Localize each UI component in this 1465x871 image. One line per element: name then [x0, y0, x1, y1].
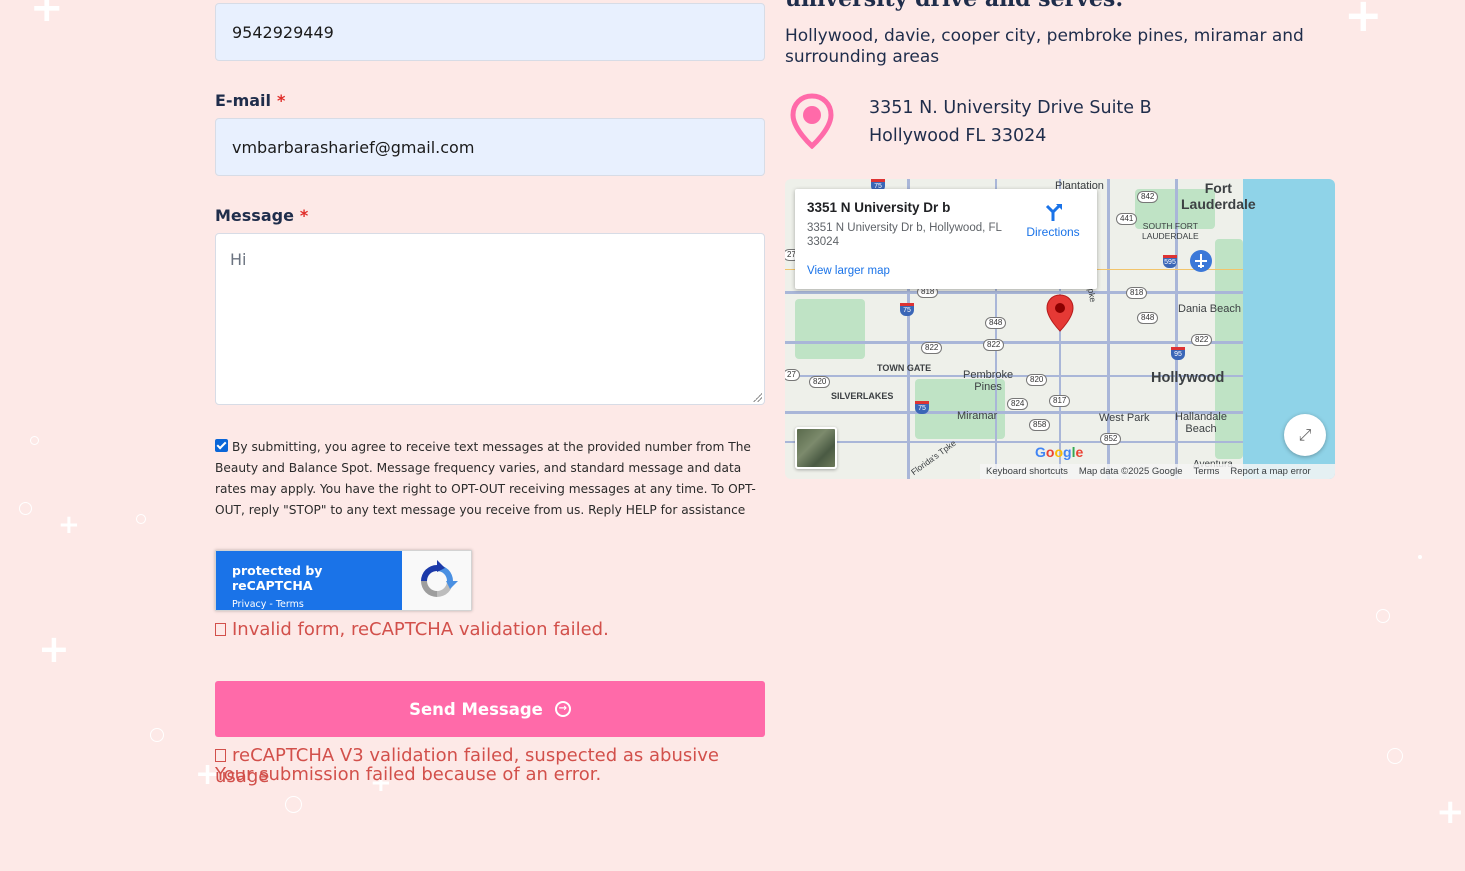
decor-ring — [150, 728, 164, 742]
decor-dot — [1418, 555, 1422, 559]
recaptcha-title: protected by reCAPTCHA — [232, 563, 323, 593]
map-label-fort-lauderdale: Fort Lauderdale — [1181, 180, 1256, 212]
keyboard-shortcuts-link[interactable]: Keyboard shortcuts — [986, 466, 1068, 477]
resize-grip[interactable] — [752, 392, 762, 402]
recaptcha-error: Invalid form, reCAPTCHA validation faile… — [215, 619, 609, 640]
decor-plus-icon: + — [1436, 792, 1465, 832]
route-shield-icon: 75 — [915, 401, 929, 414]
email-value: vmbarbarasharief@gmail.com — [232, 137, 475, 157]
map-label-floridas-tpke: Florida's Tpke — [909, 437, 958, 478]
fullscreen-button[interactable]: ⤢ — [1284, 414, 1326, 456]
route-shield-icon: 818 — [1126, 287, 1148, 299]
map-label-south-fort-lauderdale: SOUTH FORT LAUDERDALE — [1142, 221, 1199, 241]
satellite-toggle-button[interactable] — [795, 427, 837, 469]
arrow-circle-icon: → — [554, 701, 571, 717]
email-field[interactable]: vmbarbarasharief@gmail.com — [215, 118, 765, 176]
decor-plus-icon: + — [38, 627, 70, 671]
route-shield-icon: 842 — [1137, 191, 1159, 203]
decor-plus-icon: + — [1344, 0, 1383, 42]
directions-button[interactable]: Directions — [1023, 201, 1083, 239]
view-larger-map-link[interactable]: View larger map — [807, 265, 890, 277]
route-shield-icon: 820 — [1026, 374, 1048, 386]
location-heading: university drive and serves: — [785, 0, 1123, 12]
decor-ring — [285, 796, 302, 813]
route-shield-icon: 820 — [809, 376, 831, 388]
location-pin-icon — [790, 93, 834, 149]
route-shield-icon: 441 — [1116, 213, 1138, 225]
map-park — [795, 299, 865, 359]
route-shield-icon: 848 — [985, 317, 1007, 329]
route-shield-icon: 595 — [1163, 255, 1177, 268]
route-shield-icon: 824 — [1007, 398, 1029, 410]
map-info-card: 3351 N University Dr b 3351 N University… — [795, 189, 1097, 289]
route-shield-icon: 848 — [1137, 312, 1159, 324]
map-marker-icon[interactable] — [1046, 294, 1074, 332]
directions-icon — [1045, 204, 1062, 221]
expand-icon: ⤢ — [1298, 425, 1312, 444]
required-mark: * — [299, 206, 309, 225]
street-address: 3351 N. University Drive Suite B Hollywo… — [869, 94, 1152, 150]
decor-ring — [136, 514, 146, 524]
map-place-address: 3351 N University Dr b, Hollywood, FL 33… — [807, 222, 1002, 248]
map-data-text: Map data ©2025 Google — [1078, 466, 1183, 477]
send-message-button[interactable]: Send Message → — [215, 681, 765, 737]
recaptcha-logo-icon — [402, 551, 471, 610]
phone-value: 9542929449 — [232, 22, 334, 42]
decor-plus-icon: + — [30, 0, 64, 31]
submission-error: Your submission failed because of an err… — [215, 764, 602, 785]
address-line-1: 3351 N. University Drive Suite B — [869, 98, 1152, 118]
consent-checkbox[interactable] — [215, 439, 228, 452]
decor-ring — [19, 502, 32, 515]
sms-consent: By submitting, you agree to receive text… — [215, 437, 765, 521]
decor-plus-icon: + — [58, 510, 80, 540]
route-shield-icon: 75 — [900, 303, 914, 316]
decor-ring — [1387, 748, 1403, 764]
required-mark: * — [277, 91, 286, 110]
map-label-town-gate: TOWN GATE — [877, 363, 932, 373]
address-line-2: Hollywood FL 33024 — [869, 126, 1047, 146]
send-label: Send Message — [409, 699, 543, 719]
google-logo: Google — [1035, 444, 1084, 460]
recaptcha-links[interactable]: Privacy - Terms — [232, 599, 402, 610]
recaptcha-badge[interactable]: protected by reCAPTCHA Privacy - Terms — [215, 550, 472, 611]
route-shield-icon: 852 — [1100, 433, 1122, 445]
email-label: E-mail * — [215, 91, 286, 110]
route-shield-icon: 822 — [921, 342, 943, 354]
decor-ring — [30, 436, 39, 445]
directions-label: Directions — [1026, 225, 1080, 239]
report-map-error-link[interactable]: Report a map error — [1230, 466, 1310, 477]
route-shield-icon: 27 — [785, 369, 800, 381]
airport-icon — [1190, 250, 1212, 272]
recaptcha-info: protected by reCAPTCHA Privacy - Terms — [216, 551, 402, 610]
terms-link[interactable]: Terms — [1194, 466, 1220, 477]
message-label: Message * — [215, 206, 309, 225]
map-label-pembroke-pines: Pembroke Pines — [963, 369, 1014, 393]
phone-field[interactable]: 9542929449 — [215, 3, 765, 61]
route-shield-icon: 95 — [1171, 347, 1185, 360]
map-label-miramar: Miramar — [957, 410, 998, 422]
map-label-hollywood: Hollywood — [1151, 370, 1225, 386]
route-shield-icon: 858 — [1029, 419, 1051, 431]
map-label-dania-beach: Dania Beach — [1178, 303, 1241, 315]
service-areas: Hollywood, davie, cooper city, pembroke … — [785, 26, 1304, 67]
map-attribution-bar: Keyboard shortcuts Map data ©2025 Google… — [980, 464, 1335, 479]
route-shield-icon: 817 — [1049, 395, 1071, 407]
map-label-hallandale-beach: Hallandale Beach — [1175, 411, 1227, 435]
error-glyph-icon — [215, 623, 226, 636]
consent-text: By submitting, you agree to receive text… — [215, 440, 756, 517]
map-label-silverlakes: SILVERLAKES — [831, 391, 894, 401]
map-label-west-park: West Park — [1099, 412, 1150, 424]
route-shield-icon: 822 — [1191, 334, 1213, 346]
message-textarea[interactable]: Hi — [215, 233, 765, 405]
route-shield-icon: 822 — [983, 339, 1005, 351]
decor-ring — [1376, 609, 1390, 623]
message-value: Hi — [230, 250, 247, 269]
embedded-map[interactable]: Plantation Fort Lauderdale SOUTH FORT LA… — [785, 179, 1335, 479]
error-glyph-icon — [215, 749, 226, 762]
